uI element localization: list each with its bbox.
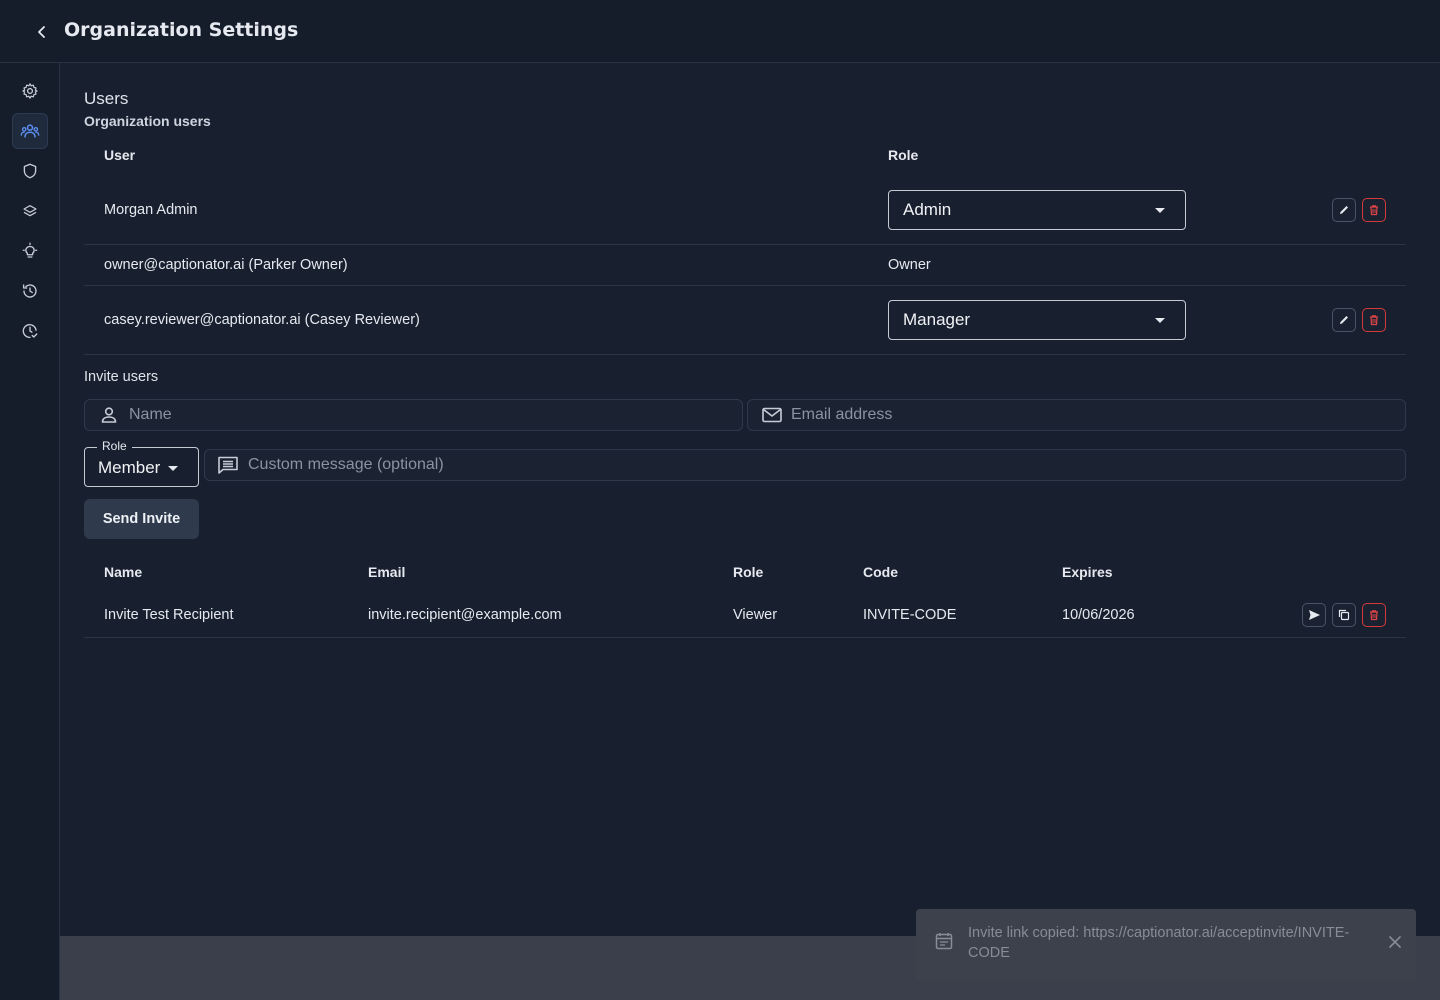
invite-code: INVITE-CODE xyxy=(863,607,957,623)
role-select-value: Admin xyxy=(903,200,952,219)
layers-icon xyxy=(23,205,37,217)
sidebar-item-layers[interactable] xyxy=(12,193,48,229)
users-icon xyxy=(20,124,40,138)
pencil-icon xyxy=(1340,316,1348,324)
row-divider xyxy=(84,354,1406,355)
back-button[interactable] xyxy=(30,20,54,44)
invite-column-email: Email xyxy=(368,564,406,580)
name-placeholder: Name xyxy=(129,406,172,423)
name-input[interactable]: Name xyxy=(84,399,743,431)
row-divider xyxy=(84,285,1406,286)
chevron-left-icon xyxy=(38,26,45,38)
column-header-role: Role xyxy=(888,147,919,163)
message-icon xyxy=(218,456,238,474)
caret-down-icon xyxy=(1155,318,1165,323)
edit-user-button[interactable] xyxy=(1332,198,1356,222)
close-icon xyxy=(1389,936,1401,948)
toast-message: Invite link copied: https://captionator.… xyxy=(968,925,1350,961)
invite-column-name: Name xyxy=(104,564,143,580)
role-select[interactable]: Admin xyxy=(888,190,1186,230)
copy-icon xyxy=(1338,609,1350,621)
user-role: Owner xyxy=(888,257,931,273)
send-icon xyxy=(1308,610,1320,620)
role-select-value: Manager xyxy=(903,310,971,329)
calendar-icon xyxy=(935,933,953,950)
invite-column-expires: Expires xyxy=(1062,564,1113,580)
delete-user-button[interactable] xyxy=(1362,198,1386,222)
row-divider xyxy=(84,244,1406,245)
section-subtitle: Organization users xyxy=(84,113,211,129)
sidebar-item-users[interactable] xyxy=(12,113,48,149)
invite-name: Invite Test Recipient xyxy=(104,607,234,623)
invite-role: Viewer xyxy=(733,607,778,623)
invite-column-role: Role xyxy=(733,564,764,580)
sidebar-item-history[interactable] xyxy=(12,273,48,309)
person-icon xyxy=(101,407,117,423)
caret-down-icon xyxy=(1155,208,1165,213)
custom-message-placeholder: Custom message (optional) xyxy=(248,456,444,473)
trash-icon xyxy=(1370,315,1378,326)
invite-role-label: Role xyxy=(97,439,132,453)
delete-user-button[interactable] xyxy=(1362,308,1386,332)
mail-icon xyxy=(762,407,782,423)
trash-icon xyxy=(1370,610,1378,621)
invite-section-title: Invite users xyxy=(84,369,159,385)
section-title: Users xyxy=(84,89,129,108)
user-name: owner@captionator.ai (Parker Owner) xyxy=(104,257,348,273)
user-name: casey.reviewer@captionator.ai (Casey Rev… xyxy=(104,312,420,328)
copy-invite-link-button[interactable] xyxy=(1332,603,1356,627)
user-name: Morgan Admin xyxy=(104,202,198,218)
sidebar xyxy=(0,63,60,1000)
trash-icon xyxy=(1370,205,1378,216)
caret-down-icon xyxy=(168,466,178,471)
history-icon xyxy=(22,284,37,298)
invite-email: invite.recipient@example.com xyxy=(368,607,562,623)
custom-message-input[interactable]: Custom message (optional) xyxy=(204,449,1406,481)
send-invite-button[interactable]: Send Invite xyxy=(84,499,199,539)
toast-notification: Invite link copied: https://captionator.… xyxy=(916,909,1416,981)
lightbulb-icon xyxy=(22,242,38,258)
shield-icon xyxy=(23,163,37,179)
edit-user-button[interactable] xyxy=(1332,308,1356,332)
invite-column-code: Code xyxy=(863,564,898,580)
page-title: Organization Settings xyxy=(64,19,299,41)
sidebar-item-security[interactable] xyxy=(12,153,48,189)
invite-role-value: Member xyxy=(98,458,161,477)
gear-icon xyxy=(22,83,38,99)
invite-role-select[interactable]: Role Member xyxy=(84,439,199,487)
clock-check-icon xyxy=(22,323,38,339)
invite-expires: 10/06/2026 xyxy=(1062,607,1135,623)
toast-close-button[interactable] xyxy=(1386,933,1404,951)
column-header-user: User xyxy=(104,147,136,163)
email-placeholder: Email address xyxy=(791,406,893,423)
email-input[interactable]: Email address xyxy=(747,399,1406,431)
resend-invite-button[interactable] xyxy=(1302,603,1326,627)
pencil-icon xyxy=(1340,206,1348,214)
sidebar-item-ideas[interactable] xyxy=(12,233,48,269)
sidebar-item-activity[interactable] xyxy=(12,313,48,349)
delete-invite-button[interactable] xyxy=(1362,603,1386,627)
app-header: Organization Settings xyxy=(0,0,1440,63)
role-select[interactable]: Manager xyxy=(888,300,1186,340)
sidebar-item-general[interactable] xyxy=(12,73,48,109)
row-divider xyxy=(84,637,1406,638)
